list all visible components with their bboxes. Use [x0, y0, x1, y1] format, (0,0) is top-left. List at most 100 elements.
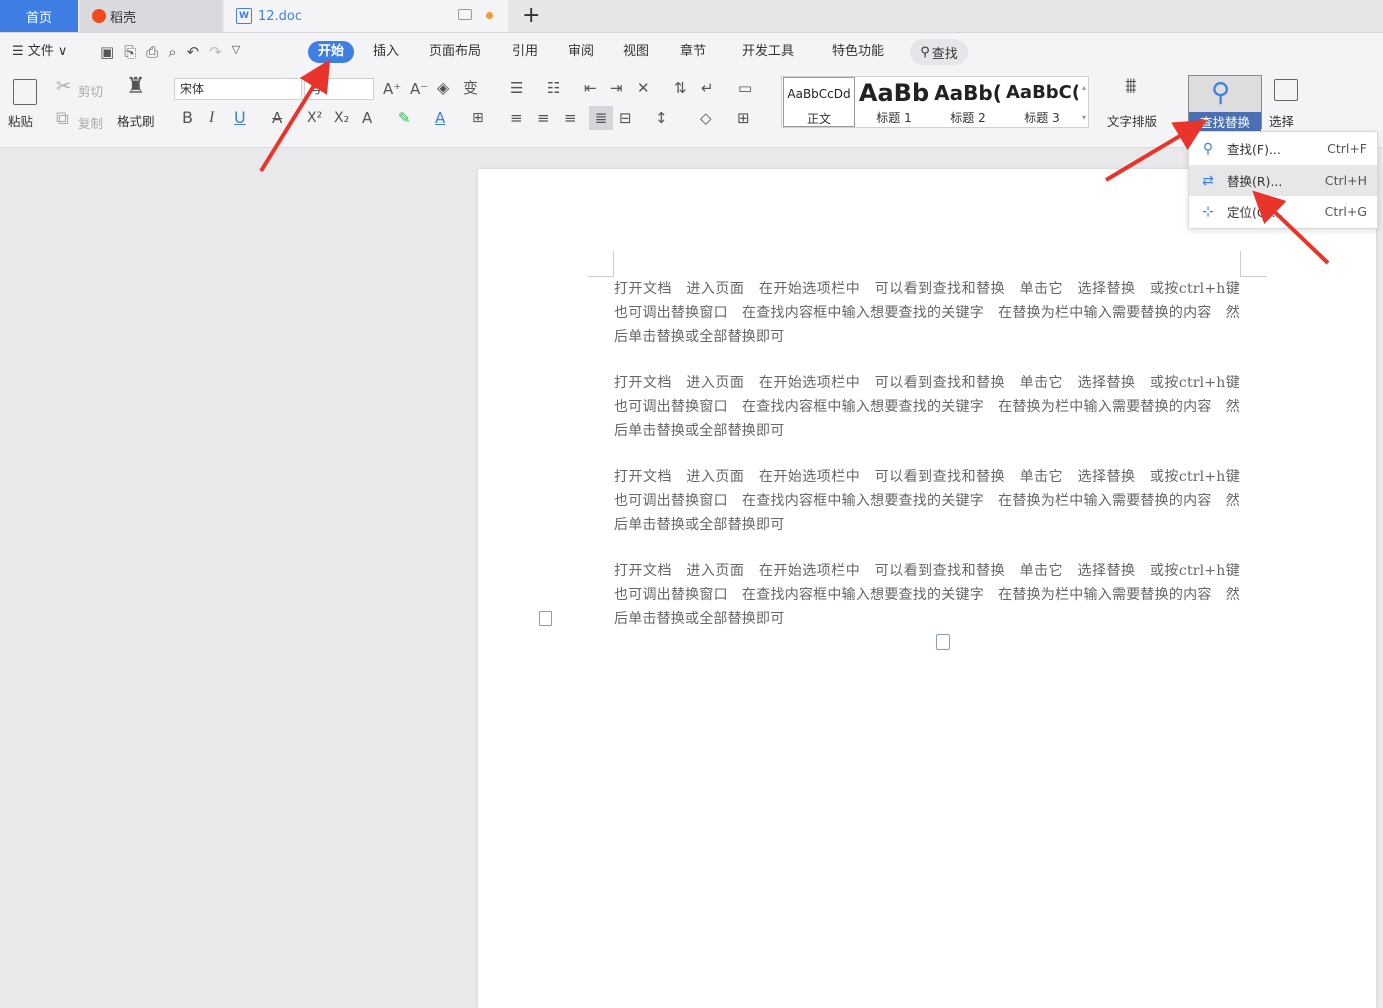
phonetic-icon[interactable]: 变 [463, 78, 478, 98]
tab-document-label: 12.doc [258, 8, 303, 24]
align-right-icon[interactable]: ≡ [564, 108, 577, 128]
copy-button[interactable]: 复制 [78, 113, 103, 132]
menu-item-find[interactable]: ⚲ 查找(F)... Ctrl+F [1189, 133, 1377, 164]
cut-button[interactable]: 剪切 [78, 81, 103, 100]
paste-options-icon[interactable] [936, 634, 950, 650]
font-color-icon[interactable]: A [435, 108, 445, 128]
margin-mark-top-left [588, 251, 614, 277]
search-button[interactable]: ⚲ 查找 [910, 39, 968, 65]
file-menu[interactable]: ☰ 文件 ∨ [12, 41, 67, 63]
tab-stops-icon[interactable]: ▭ [738, 78, 752, 98]
clear-format-icon[interactable]: ◈ [437, 78, 449, 98]
bullet-list-icon[interactable]: ☰ [510, 78, 523, 98]
document-paragraph[interactable]: 打开文档 进入页面 在开始选项栏中 可以看到查找和替换 单击它 选择替换 或按c… [614, 277, 1240, 349]
document-page[interactable]: 打开文档 进入页面 在开始选项栏中 可以看到查找和替换 单击它 选择替换 或按c… [478, 169, 1376, 1008]
styles-up-icon[interactable]: ▴ [1082, 83, 1086, 92]
decrease-indent-icon[interactable]: ⇤ [584, 78, 597, 98]
menu-page-layout[interactable]: 页面布局 [429, 41, 481, 63]
find-replace-label: 查找替换 [1189, 112, 1261, 131]
tab-home[interactable]: 首页 [0, 0, 78, 32]
ribbon-toolbar: 粘贴 ✂ 剪切 ⧉ 复制 ♜ 格式刷 宋体 号 A⁺ A⁻ ◈ 变 B I U … [0, 71, 1383, 148]
styles-down-icon[interactable]: ▾ [1082, 113, 1086, 122]
new-tab-button[interactable]: + [522, 2, 540, 30]
numbered-list-icon[interactable]: ☷ [547, 78, 560, 98]
distributed-icon[interactable]: ⊟ [619, 108, 632, 128]
menu-insert[interactable]: 插入 [373, 41, 399, 63]
menu-item-find-label: 查找(F)... [1227, 142, 1281, 157]
font-name-value: 宋体 [180, 82, 205, 96]
format-painter-button[interactable]: 格式刷 [117, 111, 155, 130]
sort-icon[interactable]: ⇅ [674, 78, 687, 98]
quick-access-toolbar: ▣ ⎘ ⎙ ⌕ ↶ ↷ ▽ [100, 43, 240, 61]
shading-icon[interactable]: ◇ [700, 108, 712, 128]
menu-item-replace[interactable]: ⇄ 替换(R)... Ctrl+H [1189, 165, 1377, 196]
menu-item-goto[interactable]: ⊹ 定位(G)... Ctrl+G [1189, 196, 1377, 227]
menu-features[interactable]: 特色功能 [832, 41, 884, 63]
document-paragraph[interactable]: 打开文档 进入页面 在开始选项栏中 可以看到查找和替换 单击它 选择替换 或按c… [614, 465, 1240, 537]
export-icon[interactable]: ⎘ [124, 43, 136, 61]
menu-view[interactable]: 视图 [623, 41, 649, 63]
line-spacing-icon[interactable]: ↕ [655, 108, 668, 128]
tab-document[interactable]: W 12.doc [224, 0, 508, 32]
superscript-icon[interactable]: X² [307, 108, 322, 128]
style-normal[interactable]: AaBbCcDd 正文 [783, 77, 855, 127]
document-side-icon[interactable] [539, 611, 552, 626]
menu-developer[interactable]: 开发工具 [742, 41, 794, 63]
paste-button[interactable]: 粘贴 [8, 111, 33, 130]
search-icon: ⚲ [1202, 140, 1214, 157]
font-name-select[interactable]: 宋体 [174, 78, 302, 100]
style-heading-3-name: 标题 3 [1024, 111, 1060, 125]
menu-review[interactable]: 审阅 [568, 41, 594, 63]
find-replace-icon: ⚲ [1211, 78, 1231, 108]
monitor-icon[interactable] [458, 9, 472, 20]
underline-button[interactable]: U [234, 108, 246, 128]
increase-indent-icon[interactable]: ⇥ [610, 78, 623, 98]
italic-button[interactable]: I [209, 108, 214, 128]
style-heading-2[interactable]: AaBb( 标题 2 [932, 77, 1004, 127]
document-paragraph[interactable]: 打开文档 进入页面 在开始选项栏中 可以看到查找和替换 单击它 选择替换 或按c… [614, 559, 1240, 631]
find-replace-dropdown: ⚲ 查找(F)... Ctrl+F ⇄ 替换(R)... Ctrl+H ⊹ 定位… [1188, 131, 1378, 229]
font-size-select[interactable]: 号 [304, 78, 374, 100]
menu-chapter[interactable]: 章节 [680, 41, 706, 63]
borders-icon[interactable]: ⊞ [737, 108, 750, 128]
document-paragraph[interactable]: 打开文档 进入页面 在开始选项栏中 可以看到查找和替换 单击它 选择替换 或按c… [614, 371, 1240, 443]
menu-references[interactable]: 引用 [512, 41, 538, 63]
chinese-layout-icon[interactable]: ✕ [637, 78, 650, 98]
menu-item-replace-shortcut: Ctrl+H [1324, 173, 1367, 188]
paste-icon[interactable] [13, 79, 37, 105]
customize-icon[interactable]: ▽ [232, 43, 240, 61]
save-icon[interactable]: ▣ [100, 43, 114, 61]
print-icon[interactable]: ⎙ [146, 43, 158, 61]
redo-icon[interactable]: ↷ [209, 43, 222, 61]
shrink-font-icon[interactable]: A⁻ [410, 79, 428, 99]
show-marks-icon[interactable]: ↵ [701, 78, 714, 98]
tab-daoke[interactable]: 稻壳 [80, 0, 222, 32]
char-border-icon[interactable]: ⊞ [472, 108, 484, 128]
menu-item-replace-label: 替换(R)... [1227, 174, 1283, 189]
text-effect-icon[interactable]: A [362, 108, 372, 128]
margin-mark-top-right [1240, 251, 1266, 277]
justify-icon[interactable]: ≣ [589, 106, 613, 130]
highlight-icon[interactable]: ✎ [398, 108, 411, 128]
menu-home[interactable]: 开始 [308, 41, 355, 63]
bold-button[interactable]: B [182, 108, 193, 128]
style-normal-preview: AaBbCcDd [787, 87, 851, 101]
grow-font-icon[interactable]: A⁺ [383, 79, 401, 99]
undo-icon[interactable]: ↶ [187, 43, 200, 61]
style-heading-1[interactable]: AaBb 标题 1 [858, 77, 930, 127]
text-layout-button[interactable]: 文字排版 [1107, 111, 1157, 130]
style-heading-1-name: 标题 1 [876, 111, 912, 125]
styles-gallery: AaBbCcDd 正文 AaBb 标题 1 AaBb( 标题 2 AaBbC( … [781, 76, 1089, 128]
style-heading-3[interactable]: AaBbC( 标题 3 [1006, 77, 1078, 127]
goto-icon: ⊹ [1202, 203, 1214, 220]
tab-bar: 首页 稻壳 W 12.doc + [0, 0, 1383, 33]
select-button[interactable]: 选择 [1269, 111, 1294, 130]
menu-item-goto-label: 定位(G)... [1227, 205, 1284, 220]
print-preview-icon[interactable]: ⌕ [168, 43, 176, 61]
strikethrough-icon[interactable]: A [272, 108, 282, 128]
align-center-icon[interactable]: ≡ [537, 108, 550, 128]
subscript-icon[interactable]: X₂ [334, 108, 349, 128]
find-replace-button[interactable]: ⚲ 查找替换 [1188, 75, 1262, 131]
align-left-icon[interactable]: ≡ [510, 108, 523, 128]
copy-icon: ⧉ [56, 108, 69, 129]
